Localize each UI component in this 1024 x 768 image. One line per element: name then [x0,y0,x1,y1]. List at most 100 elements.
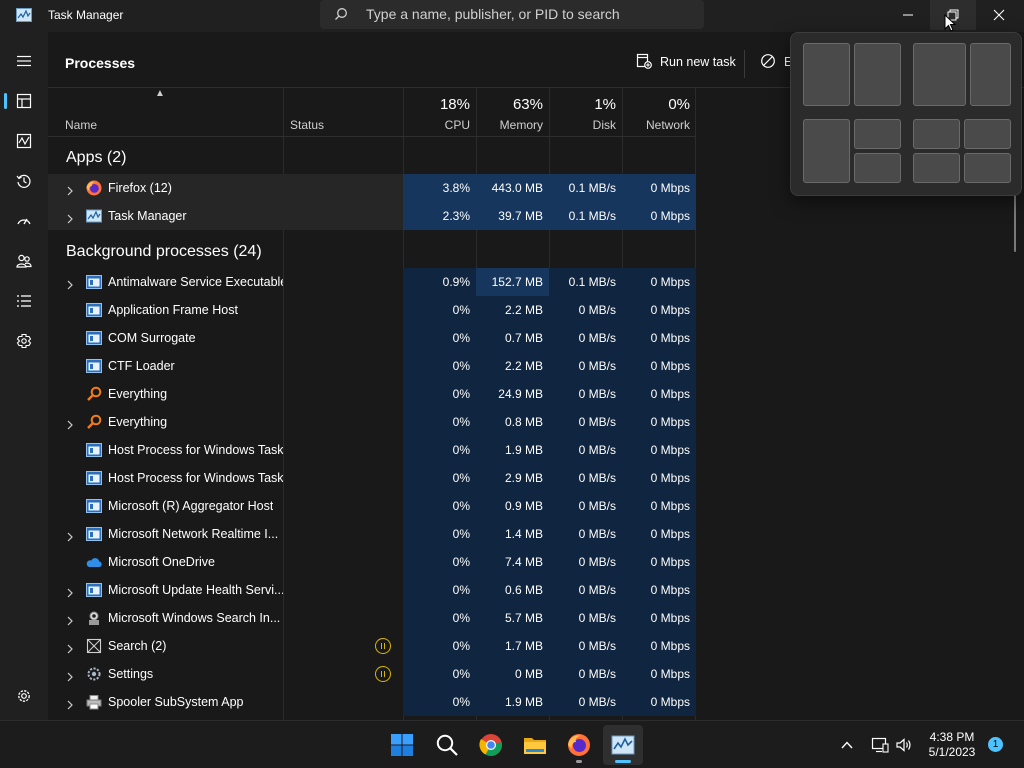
process-name: Application Frame Host [108,303,238,317]
column-header-memory[interactable]: 63% Memory [476,88,549,136]
memory-value: 0.7 MB [476,324,549,352]
volume-icon[interactable] [895,736,913,754]
snap-layout-narrow-right[interactable] [970,43,1011,106]
chevron-right-icon[interactable] [66,211,74,229]
process-row[interactable]: Firefox (12) 3.8% 443.0 MB 0.1 MB/s 0 Mbps [48,174,696,202]
service-window-icon [86,498,102,514]
column-header-cpu[interactable]: 18% CPU [403,88,476,136]
nav-settings[interactable] [8,680,40,712]
taskbar-search-button[interactable] [427,725,467,765]
process-row[interactable]: Search (2) 0% 1.7 MB 0 MB/s 0 Mbps [48,632,696,660]
chevron-right-icon[interactable] [66,669,74,687]
chevron-right-icon[interactable] [66,585,74,603]
process-row[interactable]: Spooler SubSystem App 0% 1.9 MB 0 MB/s 0 Mbp… [48,688,696,716]
process-row[interactable]: Antimalware Service Executable 0.9% 152.7 … [48,268,696,296]
network-value: 0 Mbps [622,352,696,380]
taskbar-firefox[interactable] [559,725,599,765]
process-row[interactable]: Microsoft Update Health Servi... 0% 0.6 MB… [48,576,696,604]
firefox-icon [86,180,102,196]
process-row[interactable]: Task Manager 2.3% 39.7 MB 0.1 MB/s 0 Mbps [48,202,696,230]
process-row[interactable]: Settings 0% 0 MB 0 MB/s 0 Mbps [48,660,696,688]
service-window-icon [86,442,102,458]
windows-start-icon [391,734,413,756]
users-icon [16,254,32,268]
task-manager-icon [16,8,32,22]
column-header-status[interactable]: Status [283,88,403,136]
snap-layout-quad-bottom-right[interactable] [964,153,1011,183]
chevron-right-icon[interactable] [66,613,74,631]
snap-layout-half-left[interactable] [803,43,850,106]
taskbar-file-explorer[interactable] [515,725,555,765]
hamburger-menu-button[interactable] [8,45,40,77]
taskbar-task-manager[interactable] [603,725,643,765]
cpu-total-percent: 18% [439,96,470,113]
nav-performance[interactable] [8,125,40,157]
minimize-button[interactable] [885,0,931,30]
column-header-name[interactable]: ▲ Name [48,88,283,136]
chevron-right-icon[interactable] [66,277,74,295]
process-row[interactable]: Host Process for Windows Tasks 0% 2.9 MB 0 … [48,464,696,492]
system-clock[interactable]: 4:38 PM 5/1/2023 [920,730,984,760]
snap-layout-bottom-right[interactable] [854,153,901,183]
process-row[interactable]: Host Process for Windows Tasks 0% 1.9 MB 0 … [48,436,696,464]
snap-layout-top-right[interactable] [854,119,901,149]
network-icon[interactable] [871,736,889,754]
taskbar-chrome[interactable] [471,725,511,765]
processes-icon [16,93,32,109]
group-header-apps: Apps (2) [66,149,127,166]
nav-processes[interactable] [8,85,40,117]
scrollbar-thumb[interactable] [1014,192,1016,252]
process-name: Antimalware Service Executable [108,275,283,289]
nav-users[interactable] [8,245,40,277]
column-header-status-label: Status [290,118,325,132]
process-row[interactable]: Microsoft (R) Aggregator Host 0% 0.9 MB 0 M… [48,492,696,520]
memory-value: 39.7 MB [476,202,549,230]
column-header-network[interactable]: 0% Network [622,88,696,136]
process-row[interactable]: COM Surrogate 0% 0.7 MB 0 MB/s 0 Mbps [48,324,696,352]
task-manager-icon [86,208,102,224]
start-button[interactable] [382,725,422,765]
snap-layout-quad-bottom-left[interactable] [913,153,960,183]
process-name: Everything [108,415,168,429]
app-history-icon [16,174,31,188]
cpu-value: 0% [403,380,476,408]
chevron-right-icon[interactable] [66,529,74,547]
process-row[interactable]: Application Frame Host 0% 2.2 MB 0 MB/s 0 Mb… [48,296,696,324]
process-row[interactable]: Microsoft Windows Search In... 0% 5.7 MB 0 … [48,604,696,632]
nav-startup-apps[interactable] [8,205,40,237]
memory-value: 2.2 MB [476,352,549,380]
cpu-value: 0% [403,520,476,548]
chevron-right-icon[interactable] [66,697,74,715]
process-row[interactable]: Everything 0% 0.8 MB 0 MB/s 0 Mbps [48,408,696,436]
nav-app-history[interactable] [8,165,40,197]
disk-value: 0 MB/s [549,492,622,520]
process-row[interactable]: Microsoft Network Realtime I... 0% 1.4 MB 0… [48,520,696,548]
snap-layout-quad-top-left[interactable] [913,119,960,149]
run-new-task-button[interactable]: Run new task [636,52,736,74]
snap-layout-wide-left[interactable] [913,43,966,106]
network-value: 0 Mbps [622,296,696,324]
process-row[interactable]: Everything 0% 24.9 MB 0 MB/s 0 Mbps [48,380,696,408]
column-header-disk[interactable]: 1% Disk [549,88,622,136]
nav-services[interactable] [8,325,40,357]
search-input[interactable] [366,3,686,25]
network-value: 0 Mbps [622,408,696,436]
search-box[interactable] [320,0,704,29]
process-row[interactable]: Microsoft OneDrive 0% 7.4 MB 0 MB/s 0 Mbps [48,548,696,576]
snap-layout-left-column[interactable] [803,119,850,183]
cpu-value: 0% [403,296,476,324]
snap-layout-quad-top-right[interactable] [964,119,1011,149]
memory-value: 0.9 MB [476,492,549,520]
minimize-icon [903,14,913,16]
nav-details[interactable] [8,285,40,317]
chevron-right-icon[interactable] [66,183,74,201]
chevron-right-icon[interactable] [66,641,74,659]
disk-value: 0 MB/s [549,464,622,492]
process-row[interactable]: CTF Loader 0% 2.2 MB 0 MB/s 0 Mbps [48,352,696,380]
close-button[interactable] [976,0,1022,30]
disk-value: 0 MB/s [549,436,622,464]
notification-badge[interactable]: 1 [988,737,1003,752]
snap-layout-half-right[interactable] [854,43,901,106]
show-hidden-icons-chevron-icon[interactable] [840,738,854,752]
chevron-right-icon[interactable] [66,417,74,435]
